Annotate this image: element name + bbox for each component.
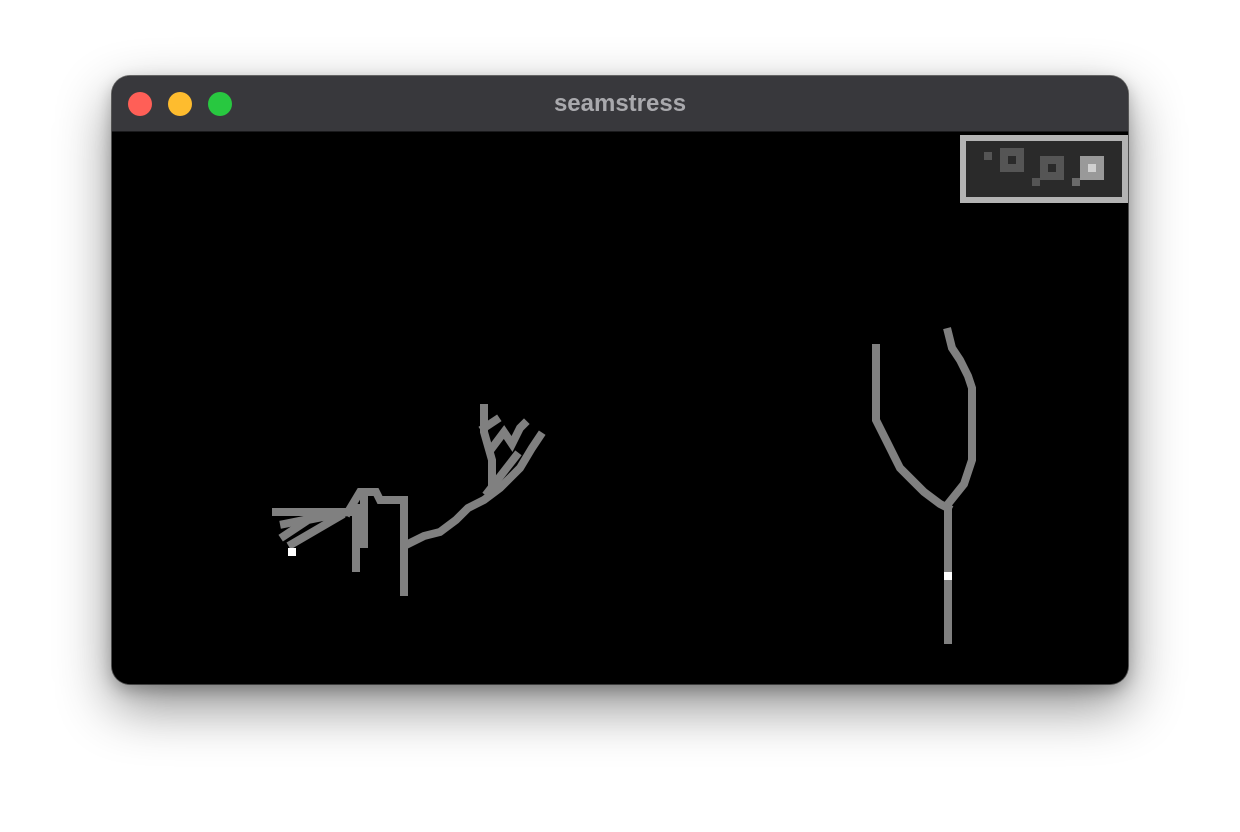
- indicator-panel: [960, 135, 1128, 203]
- app-window: seamstress: [112, 76, 1128, 684]
- title-bar[interactable]: seamstress: [112, 76, 1128, 132]
- indicator-dot-3: [1072, 178, 1080, 186]
- cursor-right: [944, 572, 952, 580]
- stroke-right-left-arm: [872, 344, 954, 514]
- window-title: seamstress: [553, 90, 687, 117]
- cursor-left: [288, 548, 296, 556]
- stroke-right: [872, 327, 976, 644]
- stroke-left-arm: [402, 430, 546, 550]
- indicator-dot-1: [984, 152, 992, 160]
- stroke-left-fan-2: [279, 511, 329, 529]
- drawing-canvas[interactable]: [112, 132, 1128, 684]
- stroke-left: [272, 404, 546, 596]
- indicator-dot-2: [1032, 178, 1040, 186]
- stroke-left-spike-2: [486, 418, 530, 454]
- canvas-svg: [272, 135, 1128, 644]
- stroke-right-right-arm: [942, 327, 976, 510]
